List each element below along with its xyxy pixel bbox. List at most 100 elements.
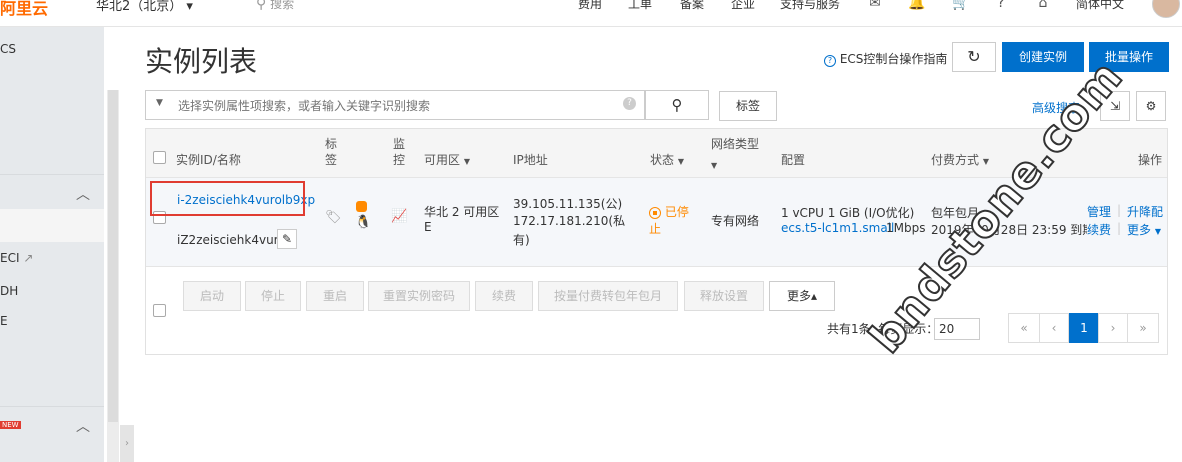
- header-monitor: 监控: [393, 137, 406, 167]
- next-page-button[interactable]: ›: [1098, 313, 1128, 343]
- instance-search-input[interactable]: [176, 95, 600, 117]
- sidebar-item-active[interactable]: [0, 209, 104, 242]
- global-search[interactable]: ⚲ 搜索: [256, 0, 294, 12]
- action-separator: |: [1117, 203, 1122, 217]
- page-title: 实例列表: [145, 45, 258, 78]
- question-icon: ?: [824, 55, 836, 67]
- sidebar-item-dh[interactable]: DH: [0, 284, 18, 298]
- header-status[interactable]: 状态 ▼: [650, 151, 684, 168]
- zone-line2: E: [424, 220, 432, 234]
- restart-button[interactable]: 重启: [306, 281, 364, 311]
- page-button-current[interactable]: 1: [1069, 313, 1099, 343]
- edit-icon[interactable]: ✎: [277, 229, 297, 249]
- start-button[interactable]: 启动: [183, 281, 241, 311]
- caret-down-icon[interactable]: ▼: [156, 98, 163, 108]
- cart-icon[interactable]: 🛒: [952, 0, 970, 13]
- nav-enterprise[interactable]: 企业: [731, 0, 755, 12]
- page-size-value: 20: [939, 322, 955, 336]
- guide-label: ECS控制台操作指南: [839, 52, 948, 66]
- guide-link[interactable]: ? ECS控制台操作指南: [824, 50, 947, 67]
- nav-icp[interactable]: 备案: [680, 0, 704, 12]
- avatar[interactable]: [1152, 0, 1180, 18]
- config-spec: 1 vCPU 1 GiB (I/O优化): [781, 206, 915, 220]
- select-all-checkbox[interactable]: [153, 151, 166, 164]
- sidebar-item-ecs[interactable]: CS: [0, 42, 16, 56]
- sidebar-collapse-toggle[interactable]: ›: [120, 425, 134, 462]
- prev-page-button[interactable]: ‹: [1039, 313, 1069, 343]
- network-type: 专有网络: [711, 214, 760, 228]
- shield-icon[interactable]: [356, 201, 367, 212]
- sidebar: [0, 27, 104, 462]
- top-bar: 阿里云 华北2（北京） ▾ ⚲ 搜索 费用 工单 备案 企业 支持与服务 ✉ 🔔…: [0, 0, 1182, 27]
- nav-billing[interactable]: 费用: [578, 0, 602, 12]
- refresh-button[interactable]: ↻: [952, 42, 996, 72]
- bulk-more-button[interactable]: 更多▴: [769, 281, 835, 311]
- page-size-select[interactable]: 20: [934, 318, 980, 340]
- ip-private-suffix: 有): [513, 233, 530, 247]
- header-billing[interactable]: 付费方式 ▼: [931, 151, 989, 168]
- brand-logo[interactable]: 阿里云: [0, 0, 48, 19]
- nav-support[interactable]: 支持与服务: [780, 0, 840, 12]
- header-config: 配置: [781, 153, 806, 167]
- sidebar-item-eci[interactable]: ECI ↗: [0, 251, 33, 265]
- renew-button[interactable]: 续费: [475, 281, 533, 311]
- help-icon: ?: [623, 97, 636, 110]
- new-badge: NEW: [0, 421, 21, 429]
- instance-search[interactable]: ▼ ?: [145, 90, 645, 120]
- upgrade-link[interactable]: 升降配: [1127, 203, 1164, 220]
- tag-filter-button[interactable]: 标签: [719, 91, 777, 121]
- help-icon[interactable]: ?: [992, 0, 1010, 13]
- header-zone[interactable]: 可用区 ▼: [424, 151, 470, 168]
- caret-down-icon: ▼: [677, 157, 684, 166]
- chevron-up-icon[interactable]: ︿: [76, 416, 90, 436]
- instance-name: iZ2zeisciehk4vur...: [177, 233, 289, 247]
- stopped-icon: [649, 206, 661, 219]
- manage-link[interactable]: 管理: [1087, 203, 1112, 220]
- sidebar-item-eci-label: ECI: [0, 251, 20, 265]
- header-tag: 标签: [325, 137, 338, 167]
- chevron-up-icon[interactable]: ︿: [76, 184, 90, 204]
- renew-link[interactable]: 续费: [1087, 221, 1112, 238]
- region-label: 华北2（北京）: [96, 0, 183, 14]
- header-id-name: 实例ID/名称: [176, 153, 241, 167]
- home-icon[interactable]: ⌂: [1034, 0, 1052, 13]
- search-icon: ⚲: [671, 96, 683, 114]
- header-ip: IP地址: [513, 153, 548, 167]
- action-separator: |: [1117, 221, 1122, 235]
- zone-line1: 华北 2 可用区: [424, 205, 500, 219]
- ip-public: 39.105.11.135(公): [513, 197, 623, 211]
- region-selector[interactable]: 华北2（北京） ▾: [96, 0, 193, 14]
- caret-down-icon: ▼: [463, 157, 470, 166]
- settings-button[interactable]: ⚙: [1136, 91, 1166, 121]
- instance-type-link[interactable]: ecs.t5-lc1m1.small: [781, 221, 894, 235]
- status-badge: 已停 止: [649, 205, 689, 236]
- create-instance-button[interactable]: 创建实例: [1002, 42, 1084, 72]
- bell-icon[interactable]: 🔔: [908, 0, 926, 13]
- instance-id-highlight: [150, 181, 305, 216]
- message-icon[interactable]: ✉: [866, 0, 884, 13]
- linux-icon: 🐧: [355, 215, 372, 230]
- bulk-select-checkbox[interactable]: [153, 304, 166, 317]
- last-page-button[interactable]: »: [1127, 313, 1159, 343]
- chevron-down-icon: ▾: [186, 0, 193, 14]
- language-selector[interactable]: 简体中文: [1076, 0, 1124, 12]
- release-settings-button[interactable]: 释放设置: [684, 281, 764, 311]
- stop-button[interactable]: 停止: [245, 281, 301, 311]
- sidebar-scrollbar-thumb[interactable]: [108, 90, 118, 422]
- ip-private: 172.17.181.210(私: [513, 214, 626, 228]
- header-actions: 操作: [1138, 153, 1163, 167]
- first-page-button[interactable]: «: [1008, 313, 1040, 343]
- reset-password-button[interactable]: 重置实例密码: [368, 281, 470, 311]
- sidebar-item-misc[interactable]: E: [0, 314, 8, 328]
- tag-icon[interactable]: 🏷: [325, 210, 342, 225]
- caret-down-icon: ▼: [1154, 227, 1161, 236]
- more-actions-link[interactable]: 更多 ▼: [1127, 221, 1161, 238]
- search-icon: ⚲: [256, 0, 267, 12]
- header-network[interactable]: 网络类型 ▼: [711, 135, 761, 175]
- convert-billing-button[interactable]: 按量付费转包年包月: [538, 281, 678, 311]
- monitor-chart-icon[interactable]: 📈: [391, 209, 407, 224]
- search-button[interactable]: ⚲: [645, 90, 709, 120]
- caret-down-icon: ▼: [982, 157, 989, 166]
- nav-ticket[interactable]: 工单: [628, 0, 652, 12]
- refresh-icon: ↻: [967, 47, 981, 66]
